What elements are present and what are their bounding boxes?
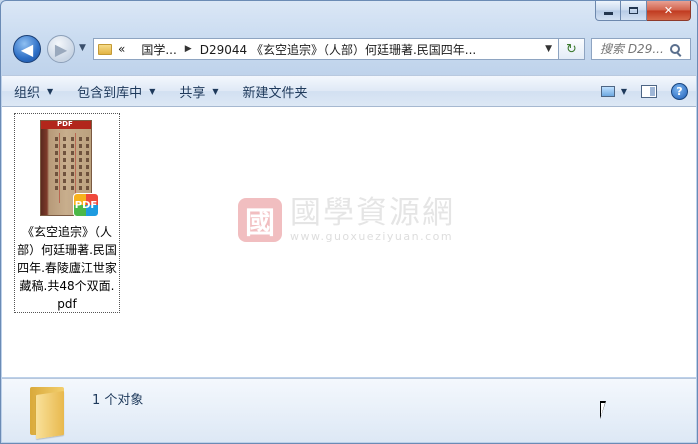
change-view-icon[interactable]	[600, 85, 615, 97]
chevron-down-icon: ▼	[212, 86, 219, 96]
organize-menu[interactable]: 组织 ▼	[2, 76, 65, 106]
watermark-seal-icon: 國	[238, 197, 282, 242]
thumbnail-band: PDF	[41, 121, 91, 129]
file-list-pane[interactable]: PDF PDF 《玄空追宗》（人部）何廷珊著.民国四年.春陵廬江世家藏稿.共48…	[2, 107, 696, 377]
forward-arrow-icon: ▶	[54, 39, 68, 59]
view-controls: ▼ ?	[600, 76, 688, 106]
close-icon: ✕	[663, 4, 674, 17]
mouse-pointer-icon	[600, 401, 606, 419]
refresh-icon: ↻	[566, 41, 577, 57]
close-button[interactable]: ✕	[647, 1, 691, 21]
new-folder-button[interactable]: 新建文件夹	[231, 76, 320, 106]
share-menu[interactable]: 共享 ▼	[167, 76, 230, 106]
thumbnail-band-label: PDF	[57, 120, 73, 128]
watermark-url: www.guoxueziyuan.com	[290, 230, 454, 243]
help-icon[interactable]: ?	[671, 82, 688, 100]
refresh-button[interactable]: ↻	[559, 38, 585, 60]
preview-pane-icon[interactable]	[641, 84, 657, 98]
thumbnail-rule-line	[59, 133, 60, 203]
minimize-button[interactable]	[595, 1, 621, 21]
include-in-library-label: 包含到库中	[77, 85, 143, 101]
include-in-library-menu[interactable]: 包含到库中 ▼	[65, 76, 167, 106]
watermark: 國 國學資源網 www.guoxueziyuan.com	[238, 196, 455, 243]
breadcrumb-separator-icon[interactable]: ▶	[185, 44, 192, 54]
explorer-window: ✕ ◀ ▶ ▼ « 国学... ▶ D29044 《玄空追宗》（人部）何廷珊著.…	[0, 0, 698, 444]
address-bar[interactable]: « 国学... ▶ D29044 《玄空追宗》（人部）何廷珊著.民国四年... …	[93, 38, 559, 60]
file-name-label[interactable]: 《玄空追宗》（人部）何廷珊著.民国四年.春陵廬江世家藏稿.共48个双面.pdf	[17, 223, 117, 313]
search-icon[interactable]	[670, 44, 680, 54]
caption-buttons: ✕	[595, 1, 691, 21]
folder-icon	[98, 43, 112, 55]
recent-pages-dropdown[interactable]: ▼	[79, 43, 86, 53]
breadcrumb-item-guoxue[interactable]: 国学...	[141, 41, 176, 58]
watermark-text: 國學資源網 www.guoxueziyuan.com	[290, 196, 455, 243]
maximize-icon	[629, 7, 638, 14]
item-count: 1 个对象	[92, 393, 144, 408]
thumbnail-text-column	[79, 137, 82, 193]
search-input[interactable]	[600, 42, 668, 56]
search-box[interactable]	[591, 38, 691, 60]
share-label: 共享	[179, 85, 206, 101]
watermark-title: 國學資源網	[290, 195, 455, 231]
thumbnail-text-column	[63, 137, 66, 193]
thumbnail-text-column	[71, 137, 74, 193]
command-bar: 组织 ▼ 包含到库中 ▼ 共享 ▼ 新建文件夹 ▼ ?	[2, 75, 696, 107]
back-arrow-icon: ◀	[20, 39, 34, 59]
chevron-down-icon: ▼	[47, 86, 54, 96]
chevron-down-icon: ▼	[149, 86, 156, 96]
folder-front-shape	[36, 391, 64, 439]
back-button[interactable]: ◀	[13, 35, 41, 63]
breadcrumb-item-current[interactable]: D29044 《玄空追宗》（人部）何廷珊著.民国四年...	[200, 41, 477, 58]
folder-icon	[30, 387, 64, 439]
details-pane: 1 个对象	[2, 378, 696, 442]
view-options-dropdown-icon[interactable]: ▼	[621, 87, 627, 96]
maximize-button[interactable]	[621, 1, 647, 21]
thumbnail-text-column	[55, 137, 58, 193]
breadcrumb-overflow[interactable]: «	[118, 42, 125, 56]
address-dropdown-icon[interactable]: ▼	[545, 44, 552, 54]
file-item[interactable]: PDF PDF 《玄空追宗》（人部）何廷珊著.民国四年.春陵廬江世家藏稿.共48…	[14, 113, 120, 313]
navigation-bar: ◀ ▶ ▼ « 国学... ▶ D29044 《玄空追宗》（人部）何廷珊著.民国…	[9, 31, 691, 67]
minimize-icon	[603, 12, 613, 15]
organize-label: 组织	[14, 85, 41, 101]
forward-button[interactable]: ▶	[47, 35, 75, 63]
new-folder-label: 新建文件夹	[242, 85, 308, 101]
pdf-file-icon: PDF	[73, 193, 99, 217]
thumbnail-text-column	[86, 137, 89, 193]
